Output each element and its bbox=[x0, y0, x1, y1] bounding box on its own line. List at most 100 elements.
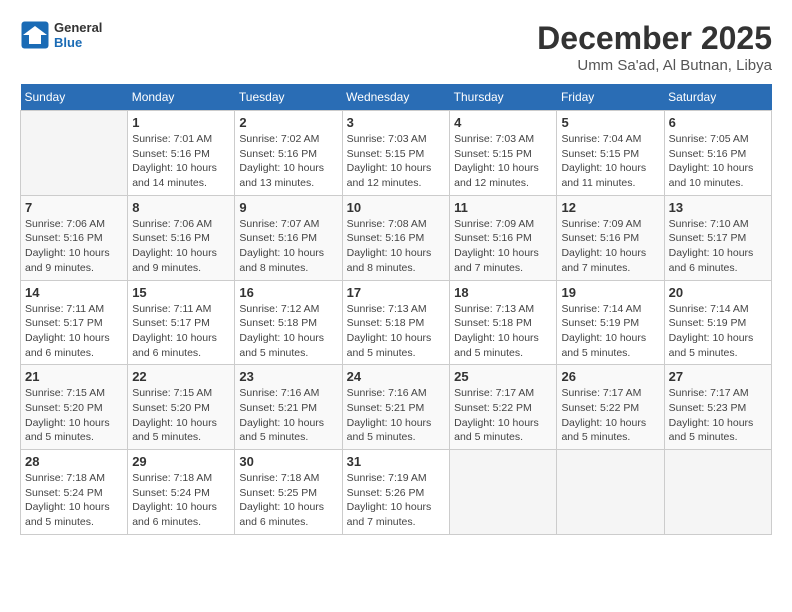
calendar-header-monday: Monday bbox=[128, 84, 235, 111]
day-number: 8 bbox=[132, 200, 230, 215]
day-number: 7 bbox=[25, 200, 123, 215]
calendar-cell bbox=[21, 111, 128, 196]
calendar-header-saturday: Saturday bbox=[664, 84, 771, 111]
day-info: Sunrise: 7:14 AM Sunset: 5:19 PM Dayligh… bbox=[561, 302, 659, 361]
day-info: Sunrise: 7:17 AM Sunset: 5:23 PM Dayligh… bbox=[669, 386, 767, 445]
day-info: Sunrise: 7:13 AM Sunset: 5:18 PM Dayligh… bbox=[347, 302, 445, 361]
day-info: Sunrise: 7:01 AM Sunset: 5:16 PM Dayligh… bbox=[132, 132, 230, 191]
day-info: Sunrise: 7:02 AM Sunset: 5:16 PM Dayligh… bbox=[239, 132, 337, 191]
month-title: December 2025 bbox=[537, 20, 772, 57]
calendar-week-row: 21Sunrise: 7:15 AM Sunset: 5:20 PM Dayli… bbox=[21, 365, 772, 450]
logo-general: General bbox=[54, 20, 102, 35]
day-number: 27 bbox=[669, 369, 767, 384]
day-number: 1 bbox=[132, 115, 230, 130]
calendar-cell: 11 Sunrise: 7:09 AM Sunset: 5:16 PM Dayli… bbox=[450, 195, 557, 280]
calendar-cell: 4Sunrise: 7:03 AM Sunset: 5:15 PM Daylig… bbox=[450, 111, 557, 196]
calendar-cell: 27 Sunrise: 7:17 AM Sunset: 5:23 PM Dayli… bbox=[664, 365, 771, 450]
day-info: Sunrise: 7:08 AM Sunset: 5:16 PM Dayligh… bbox=[347, 217, 445, 276]
day-info: Sunrise: 7:10 AM Sunset: 5:17 PM Dayligh… bbox=[669, 217, 767, 276]
calendar-header-thursday: Thursday bbox=[450, 84, 557, 111]
calendar-header-wednesday: Wednesday bbox=[342, 84, 449, 111]
calendar-cell: 26 Sunrise: 7:17 AM Sunset: 5:22 PM Dayli… bbox=[557, 365, 664, 450]
day-number: 25 bbox=[454, 369, 552, 384]
calendar-cell: 12 Sunrise: 7:09 AM Sunset: 5:16 PM Dayli… bbox=[557, 195, 664, 280]
day-number: 11 bbox=[454, 200, 552, 215]
calendar-cell: 19 Sunrise: 7:14 AM Sunset: 5:19 PM Dayli… bbox=[557, 280, 664, 365]
day-info: Sunrise: 7:07 AM Sunset: 5:16 PM Dayligh… bbox=[239, 217, 337, 276]
location: Umm Sa'ad, Al Butnan, Libya bbox=[537, 57, 772, 74]
calendar-table: SundayMondayTuesdayWednesdayThursdayFrid… bbox=[20, 84, 772, 535]
day-info: Sunrise: 7:17 AM Sunset: 5:22 PM Dayligh… bbox=[561, 386, 659, 445]
calendar-cell: 24 Sunrise: 7:16 AM Sunset: 5:21 PM Dayli… bbox=[342, 365, 449, 450]
day-info: Sunrise: 7:11 AM Sunset: 5:17 PM Dayligh… bbox=[132, 302, 230, 361]
day-info: Sunrise: 7:11 AM Sunset: 5:17 PM Dayligh… bbox=[25, 302, 123, 361]
day-info: Sunrise: 7:13 AM Sunset: 5:18 PM Dayligh… bbox=[454, 302, 552, 361]
day-number: 20 bbox=[669, 285, 767, 300]
calendar-header-sunday: Sunday bbox=[21, 84, 128, 111]
day-info: Sunrise: 7:12 AM Sunset: 5:18 PM Dayligh… bbox=[239, 302, 337, 361]
day-number: 24 bbox=[347, 369, 445, 384]
day-info: Sunrise: 7:04 AM Sunset: 5:15 PM Dayligh… bbox=[561, 132, 659, 191]
day-number: 28 bbox=[25, 454, 123, 469]
day-number: 31 bbox=[347, 454, 445, 469]
calendar-cell bbox=[664, 450, 771, 535]
calendar-cell: 31Sunrise: 7:19 AM Sunset: 5:26 PM Dayli… bbox=[342, 450, 449, 535]
calendar-cell: 9 Sunrise: 7:07 AM Sunset: 5:16 PM Daylig… bbox=[235, 195, 342, 280]
day-number: 16 bbox=[239, 285, 337, 300]
day-info: Sunrise: 7:18 AM Sunset: 5:24 PM Dayligh… bbox=[132, 471, 230, 530]
day-info: Sunrise: 7:09 AM Sunset: 5:16 PM Dayligh… bbox=[561, 217, 659, 276]
day-info: Sunrise: 7:15 AM Sunset: 5:20 PM Dayligh… bbox=[25, 386, 123, 445]
day-info: Sunrise: 7:18 AM Sunset: 5:24 PM Dayligh… bbox=[25, 471, 123, 530]
calendar-cell: 5 Sunrise: 7:04 AM Sunset: 5:15 PM Daylig… bbox=[557, 111, 664, 196]
calendar-cell: 25Sunrise: 7:17 AM Sunset: 5:22 PM Dayli… bbox=[450, 365, 557, 450]
day-number: 18 bbox=[454, 285, 552, 300]
calendar-cell: 14 Sunrise: 7:11 AM Sunset: 5:17 PM Dayli… bbox=[21, 280, 128, 365]
calendar-cell bbox=[450, 450, 557, 535]
day-number: 12 bbox=[561, 200, 659, 215]
day-number: 14 bbox=[25, 285, 123, 300]
day-info: Sunrise: 7:16 AM Sunset: 5:21 PM Dayligh… bbox=[347, 386, 445, 445]
calendar-cell: 1 Sunrise: 7:01 AM Sunset: 5:16 PM Daylig… bbox=[128, 111, 235, 196]
logo-blue: Blue bbox=[54, 35, 102, 50]
day-info: Sunrise: 7:15 AM Sunset: 5:20 PM Dayligh… bbox=[132, 386, 230, 445]
day-number: 30 bbox=[239, 454, 337, 469]
calendar-cell: 23 Sunrise: 7:16 AM Sunset: 5:21 PM Dayli… bbox=[235, 365, 342, 450]
day-info: Sunrise: 7:06 AM Sunset: 5:16 PM Dayligh… bbox=[132, 217, 230, 276]
calendar-cell: 20 Sunrise: 7:14 AM Sunset: 5:19 PM Dayli… bbox=[664, 280, 771, 365]
day-number: 9 bbox=[239, 200, 337, 215]
calendar-header-tuesday: Tuesday bbox=[235, 84, 342, 111]
page-header: General Blue December 2025 Umm Sa'ad, Al… bbox=[20, 20, 772, 74]
day-info: Sunrise: 7:16 AM Sunset: 5:21 PM Dayligh… bbox=[239, 386, 337, 445]
calendar-cell: 16 Sunrise: 7:12 AM Sunset: 5:18 PM Dayli… bbox=[235, 280, 342, 365]
logo-text: General Blue bbox=[54, 20, 102, 50]
calendar-cell: 8 Sunrise: 7:06 AM Sunset: 5:16 PM Daylig… bbox=[128, 195, 235, 280]
logo: General Blue bbox=[20, 20, 102, 50]
day-number: 26 bbox=[561, 369, 659, 384]
day-number: 19 bbox=[561, 285, 659, 300]
day-info: Sunrise: 7:14 AM Sunset: 5:19 PM Dayligh… bbox=[669, 302, 767, 361]
calendar-cell: 3Sunrise: 7:03 AM Sunset: 5:15 PM Daylig… bbox=[342, 111, 449, 196]
calendar-cell: 22 Sunrise: 7:15 AM Sunset: 5:20 PM Dayli… bbox=[128, 365, 235, 450]
calendar-header-friday: Friday bbox=[557, 84, 664, 111]
day-number: 4 bbox=[454, 115, 552, 130]
calendar-cell: 6 Sunrise: 7:05 AM Sunset: 5:16 PM Daylig… bbox=[664, 111, 771, 196]
day-info: Sunrise: 7:18 AM Sunset: 5:25 PM Dayligh… bbox=[239, 471, 337, 530]
day-info: Sunrise: 7:09 AM Sunset: 5:16 PM Dayligh… bbox=[454, 217, 552, 276]
day-number: 13 bbox=[669, 200, 767, 215]
calendar-cell: 10Sunrise: 7:08 AM Sunset: 5:16 PM Dayli… bbox=[342, 195, 449, 280]
calendar-cell: 17Sunrise: 7:13 AM Sunset: 5:18 PM Dayli… bbox=[342, 280, 449, 365]
calendar-week-row: 7 Sunrise: 7:06 AM Sunset: 5:16 PM Daylig… bbox=[21, 195, 772, 280]
day-number: 2 bbox=[239, 115, 337, 130]
day-number: 6 bbox=[669, 115, 767, 130]
calendar-cell: 29Sunrise: 7:18 AM Sunset: 5:24 PM Dayli… bbox=[128, 450, 235, 535]
day-number: 23 bbox=[239, 369, 337, 384]
calendar-header-row: SundayMondayTuesdayWednesdayThursdayFrid… bbox=[21, 84, 772, 111]
calendar-cell: 13 Sunrise: 7:10 AM Sunset: 5:17 PM Dayli… bbox=[664, 195, 771, 280]
calendar-cell: 30 Sunrise: 7:18 AM Sunset: 5:25 PM Dayli… bbox=[235, 450, 342, 535]
day-number: 5 bbox=[561, 115, 659, 130]
day-info: Sunrise: 7:05 AM Sunset: 5:16 PM Dayligh… bbox=[669, 132, 767, 191]
calendar-cell: 18 Sunrise: 7:13 AM Sunset: 5:18 PM Dayli… bbox=[450, 280, 557, 365]
day-number: 22 bbox=[132, 369, 230, 384]
calendar-week-row: 28 Sunrise: 7:18 AM Sunset: 5:24 PM Dayli… bbox=[21, 450, 772, 535]
calendar-cell: 21Sunrise: 7:15 AM Sunset: 5:20 PM Dayli… bbox=[21, 365, 128, 450]
